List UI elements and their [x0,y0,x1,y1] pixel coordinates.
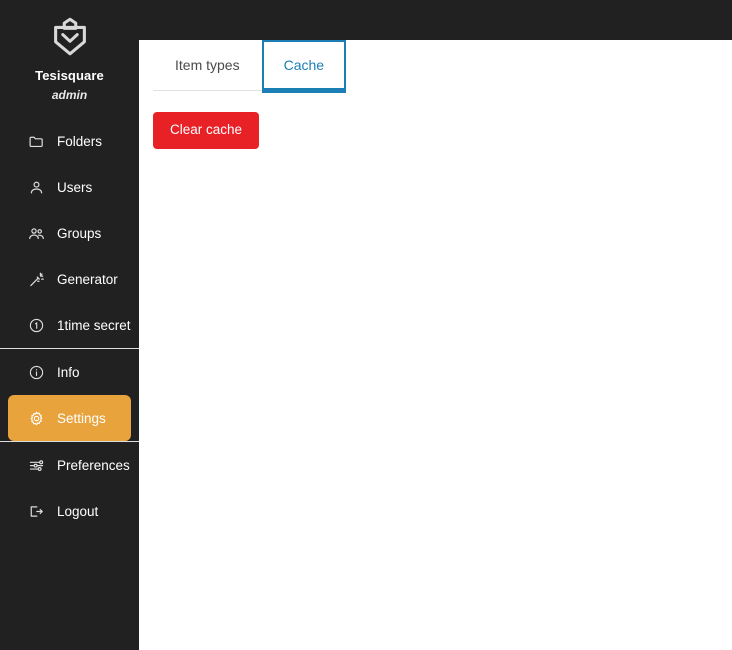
folder-icon [28,133,45,150]
shield-chevron-logo-icon [47,14,93,60]
sidebar-item-label: Logout [57,503,99,519]
sidebar: Tesisquare admin Folders Users Groups Ge… [0,0,139,650]
sidebar-item-users[interactable]: Users [8,164,131,210]
sidebar-item-label: 1time secret [57,317,131,333]
info-circle-icon [28,364,45,381]
sidebar-item-label: Preferences [57,457,130,473]
logout-arrow-icon [28,503,45,520]
brand-header: Tesisquare admin [0,0,139,102]
sidebar-group-system: Info Settings [0,349,139,442]
magic-wand-icon [28,271,45,288]
gear-icon [28,410,45,427]
sidebar-item-label: Settings [57,410,106,426]
main-content: Item types Cache Clear cache [139,40,732,650]
sidebar-item-info[interactable]: Info [8,349,131,395]
sidebar-item-generator[interactable]: Generator [8,256,131,302]
sidebar-item-label: Users [57,179,93,195]
tab-label: Item types [175,57,240,73]
users-group-icon [28,225,45,242]
sidebar-item-label: Info [57,364,80,380]
sliders-icon [28,457,45,474]
circled-one-icon [28,317,45,334]
tab-item-types[interactable]: Item types [153,40,262,90]
cache-panel: Clear cache [139,92,732,149]
sidebar-item-label: Generator [57,271,118,287]
sidebar-item-folders[interactable]: Folders [8,118,131,164]
app-root: Tesisquare admin Folders Users Groups Ge… [0,0,732,650]
settings-tabs: Item types Cache [139,40,732,93]
clear-cache-button[interactable]: Clear cache [153,112,260,149]
sidebar-item-settings[interactable]: Settings [8,395,131,442]
sidebar-item-groups[interactable]: Groups [8,210,131,256]
sidebar-item-label: Folders [57,133,103,149]
brand-name: Tesisquare [35,68,104,83]
tab-cache[interactable]: Cache [261,40,347,93]
sidebar-item-preferences[interactable]: Preferences [8,442,131,488]
brand-role: admin [51,88,88,103]
tab-label: Cache [283,57,325,73]
sidebar-item-logout[interactable]: Logout [8,488,131,534]
sidebar-item-onetime-secret[interactable]: 1time secret [8,302,131,348]
sidebar-item-label: Groups [57,225,102,241]
user-icon [28,179,45,196]
sidebar-group-main: Folders Users Groups Generator 1time sec… [0,118,139,348]
sidebar-group-account: Preferences Logout [0,442,139,534]
